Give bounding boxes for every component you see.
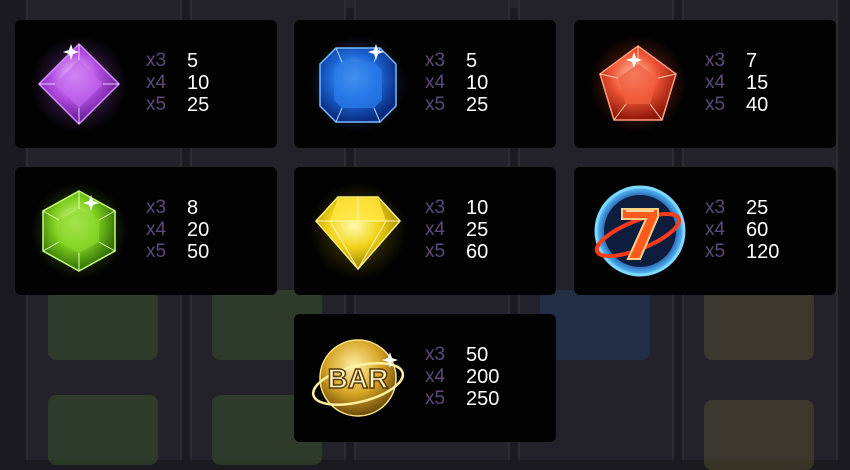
payout-row: x3 7: [705, 50, 825, 72]
payout-list: x3 10 x4 25 x5 60: [425, 197, 545, 263]
payout-value: 5: [466, 49, 478, 72]
reel-symbol: [540, 290, 650, 360]
payout-value: 40: [746, 93, 769, 116]
purple-gem-icon: [31, 36, 127, 132]
multiplier-label: x3: [705, 197, 726, 218]
payout-value: 200: [466, 365, 500, 388]
payout-row: x3 8: [146, 197, 266, 219]
paytable-card-bar: BAR x3 50 x4 200 x5 250: [294, 314, 556, 442]
reel-symbol: [48, 290, 158, 360]
multiplier-label: x5: [425, 241, 446, 262]
payout-value: 10: [466, 196, 489, 219]
payout-value: 5: [187, 49, 199, 72]
payout-row: x4 25: [425, 219, 545, 241]
payout-list: x3 5 x4 10 x5 25: [146, 50, 266, 116]
payout-row: x5 25: [425, 94, 545, 116]
blue-gem-icon: [310, 36, 406, 132]
multiplier-label: x3: [425, 50, 446, 71]
payout-row: x5 120: [705, 241, 825, 263]
bar-icon: BAR: [311, 339, 405, 417]
payout-value: 60: [466, 240, 489, 263]
paytable-card-lucky-seven: x3 25 x4 60 x5 120: [574, 167, 836, 295]
multiplier-label: x3: [425, 197, 446, 218]
payout-value: 15: [746, 71, 769, 94]
multiplier-label: x4: [425, 366, 446, 387]
payout-value: 50: [466, 343, 489, 366]
payout-value: 250: [466, 387, 500, 410]
paytable-card-yellow-gem: x3 10 x4 25 x5 60: [294, 167, 556, 295]
payout-value: 10: [187, 71, 210, 94]
payout-row: x3 5: [425, 50, 545, 72]
lucky-seven-icon: [594, 185, 686, 277]
payout-value: 25: [466, 218, 489, 241]
payout-row: x4 10: [425, 72, 545, 94]
multiplier-label: x3: [705, 50, 726, 71]
payout-row: x5 60: [425, 241, 545, 263]
payout-row: x3 5: [146, 50, 266, 72]
multiplier-label: x5: [146, 241, 167, 262]
multiplier-label: x5: [146, 94, 167, 115]
payout-value: 7: [746, 49, 758, 72]
payout-row: x3 10: [425, 197, 545, 219]
payout-row: x4 20: [146, 219, 266, 241]
multiplier-label: x4: [425, 72, 446, 93]
paytable-card-blue-gem: x3 5 x4 10 x5 25: [294, 20, 556, 148]
multiplier-label: x4: [705, 72, 726, 93]
green-gem-icon: [31, 183, 127, 279]
multiplier-label: x4: [146, 219, 167, 240]
payout-row: x4 10: [146, 72, 266, 94]
paytable-card-green-gem: x3 8 x4 20 x5 50: [15, 167, 277, 295]
payout-row: x5 25: [146, 94, 266, 116]
paytable-card-purple-gem: x3 5 x4 10 x5 25: [15, 20, 277, 148]
multiplier-label: x3: [146, 50, 167, 71]
payout-row: x4 200: [425, 366, 545, 388]
payout-row: x3 25: [705, 197, 825, 219]
multiplier-label: x3: [425, 344, 446, 365]
payout-value: 60: [746, 218, 769, 241]
paytable-card-red-gem: x3 7 x4 15 x5 40: [574, 20, 836, 148]
payout-list: x3 8 x4 20 x5 50: [146, 197, 266, 263]
payout-value: 50: [187, 240, 210, 263]
multiplier-label: x4: [146, 72, 167, 93]
payout-value: 10: [466, 71, 489, 94]
payout-list: x3 25 x4 60 x5 120: [705, 197, 825, 263]
bar-logo-text: BAR: [328, 363, 389, 394]
yellow-gem-icon: [310, 183, 406, 279]
multiplier-label: x3: [146, 197, 167, 218]
payout-list: x3 5 x4 10 x5 25: [425, 50, 545, 116]
payout-row: x5 40: [705, 94, 825, 116]
payout-row: x5 50: [146, 241, 266, 263]
multiplier-label: x5: [705, 94, 726, 115]
reel-symbol: [48, 395, 158, 465]
payout-list: x3 50 x4 200 x5 250: [425, 344, 545, 410]
multiplier-label: x5: [425, 94, 446, 115]
payout-value: 120: [746, 240, 780, 263]
payout-value: 20: [187, 218, 210, 241]
reel-symbol: [704, 290, 814, 360]
payout-value: 25: [466, 93, 489, 116]
multiplier-label: x4: [425, 219, 446, 240]
payout-row: x5 250: [425, 388, 545, 410]
payout-list: x3 7 x4 15 x5 40: [705, 50, 825, 116]
multiplier-label: x5: [425, 388, 446, 409]
payout-value: 25: [187, 93, 210, 116]
payout-row: x3 50: [425, 344, 545, 366]
multiplier-label: x5: [705, 241, 726, 262]
red-gem-icon: [590, 36, 686, 132]
payout-row: x4 60: [705, 219, 825, 241]
payout-row: x4 15: [705, 72, 825, 94]
multiplier-label: x4: [705, 219, 726, 240]
payout-value: 8: [187, 196, 199, 219]
payout-value: 25: [746, 196, 769, 219]
